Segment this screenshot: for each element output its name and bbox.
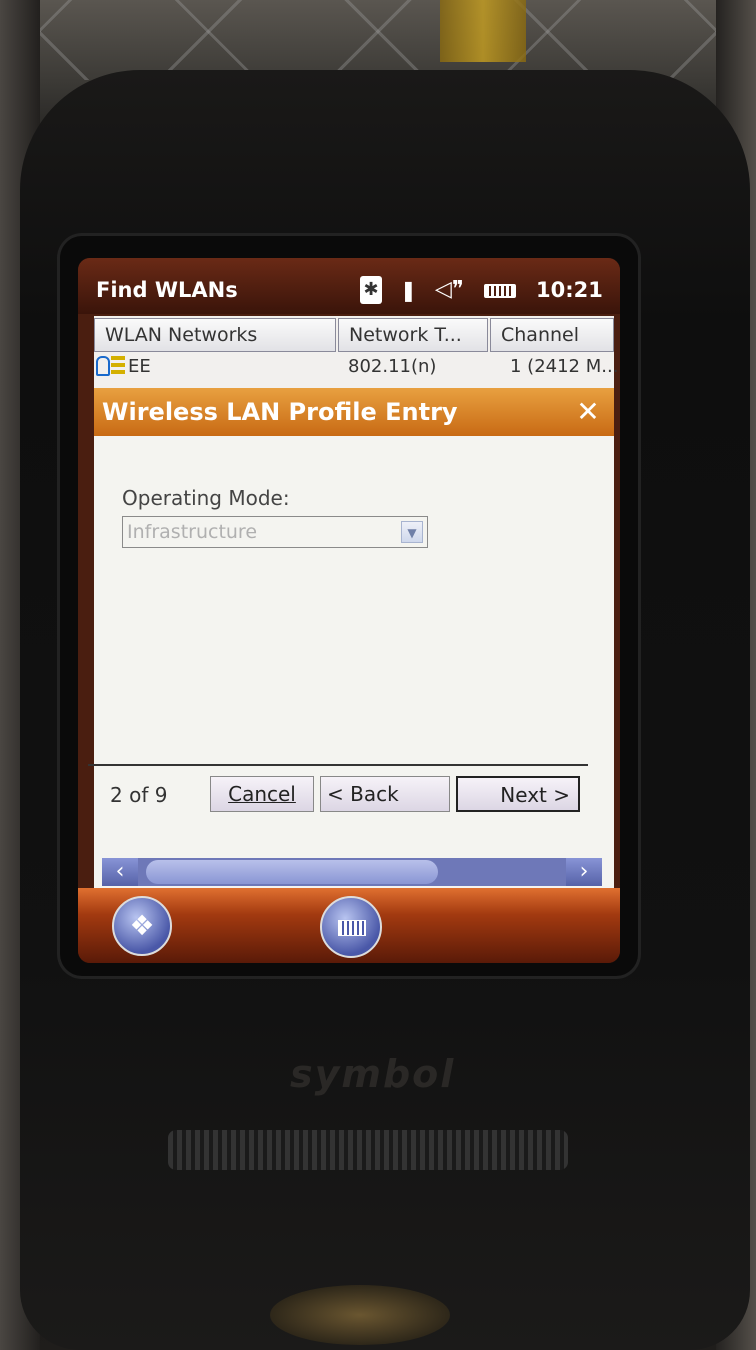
taskbar: ❖ <box>78 888 620 963</box>
close-icon[interactable]: ✕ <box>572 396 604 428</box>
column-header-network-type[interactable]: Network T... <box>338 318 488 352</box>
page-indicator: 2 of 9 <box>110 783 168 807</box>
bluetooth-icon[interactable]: ✱ <box>360 276 382 304</box>
list-item[interactable]: EE 802.11(n) 1 (2412 M... <box>94 354 618 380</box>
battery-icon[interactable] <box>484 284 516 298</box>
secured-network-icon <box>96 356 126 376</box>
column-header-wlan-networks[interactable]: WLAN Networks <box>94 318 336 352</box>
wlan-list: WLAN Networks Network T... Channel EE 80… <box>94 316 618 396</box>
column-header-channel[interactable]: Channel <box>490 318 614 352</box>
chevron-down-icon[interactable]: ▼ <box>401 521 423 543</box>
antenna-icon[interactable]: ❚ <box>400 276 417 304</box>
cancel-button[interactable]: Cancel <box>210 776 314 812</box>
dialog-title: Wireless LAN Profile Entry <box>102 398 458 426</box>
profile-entry-dialog: Wireless LAN Profile Entry ✕ Operating M… <box>94 388 614 888</box>
keyboard-icon[interactable] <box>320 896 382 958</box>
title-bar: Find WLANs ✱ ❚ ◁❞ 10:21 <box>78 258 620 314</box>
app-title: Find WLANs <box>96 278 238 302</box>
next-button[interactable]: Next > <box>456 776 580 812</box>
clock[interactable]: 10:21 <box>536 278 603 302</box>
operating-mode-select[interactable]: Infrastructure ▼ <box>122 516 428 548</box>
background-fence <box>0 0 756 80</box>
operating-mode-value: Infrastructure <box>127 521 258 543</box>
device-brand-logo: symbol <box>290 1052 456 1096</box>
background-post <box>440 0 526 62</box>
network-channel: 1 (2412 M... <box>510 356 619 377</box>
divider <box>88 764 588 766</box>
scroll-left-icon[interactable]: ‹ <box>102 858 138 886</box>
speaker-grille <box>168 1130 568 1170</box>
scan-trigger-button[interactable] <box>270 1285 450 1345</box>
device-screen: Find WLANs ✱ ❚ ◁❞ 10:21 WLAN Networks Ne… <box>78 258 620 963</box>
scrollbar-thumb[interactable] <box>146 860 438 884</box>
dialog-header: Wireless LAN Profile Entry ✕ <box>94 388 614 436</box>
back-button[interactable]: < Back <box>320 776 450 812</box>
horizontal-scrollbar[interactable]: ‹ › <box>102 858 602 886</box>
network-name: EE <box>128 356 151 377</box>
network-type: 802.11(n) <box>348 356 437 377</box>
operating-mode-label: Operating Mode: <box>122 486 290 510</box>
scroll-right-icon[interactable]: › <box>566 858 602 886</box>
speaker-icon[interactable]: ◁❞ <box>435 276 465 304</box>
windows-logo-icon[interactable]: ❖ <box>112 896 172 956</box>
